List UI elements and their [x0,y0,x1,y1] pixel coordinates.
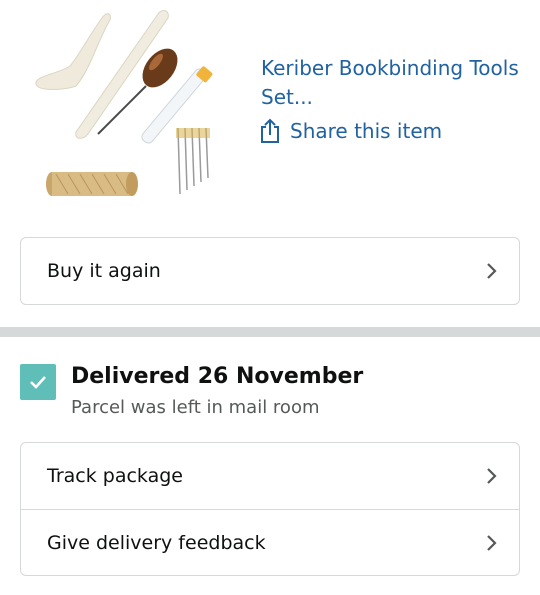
section-divider [0,327,540,337]
delivery-feedback-label: Give delivery feedback [47,531,266,554]
chevron-right-icon [486,262,498,280]
delivery-status: Delivered 26 November Parcel was left in… [20,361,520,421]
share-item-link[interactable]: Share this item [259,116,442,146]
delivery-title: Delivered 26 November [71,364,364,389]
product-image[interactable] [28,4,250,210]
track-package-label: Track package [47,465,183,487]
product-title-link[interactable]: Keriber Bookbinding Tools Set... [261,54,521,112]
chevron-right-icon [486,534,498,552]
delivery-actions-card: Track package Give delivery feedback [20,442,520,576]
delivery-feedback-button[interactable]: Give delivery feedback [21,509,519,575]
delivery-subtitle: Parcel was left in mail room [71,397,320,418]
buy-again-label: Buy it again [47,260,161,282]
buy-again-card: Buy it again [20,237,520,305]
product-section: Keriber Bookbinding Tools Set... Share t… [0,0,540,238]
share-icon [259,118,281,144]
track-package-button[interactable]: Track package [21,443,519,509]
chevron-right-icon [486,467,498,485]
share-label: Share this item [290,119,443,143]
check-icon [20,364,56,400]
buy-again-button[interactable]: Buy it again [21,238,519,304]
